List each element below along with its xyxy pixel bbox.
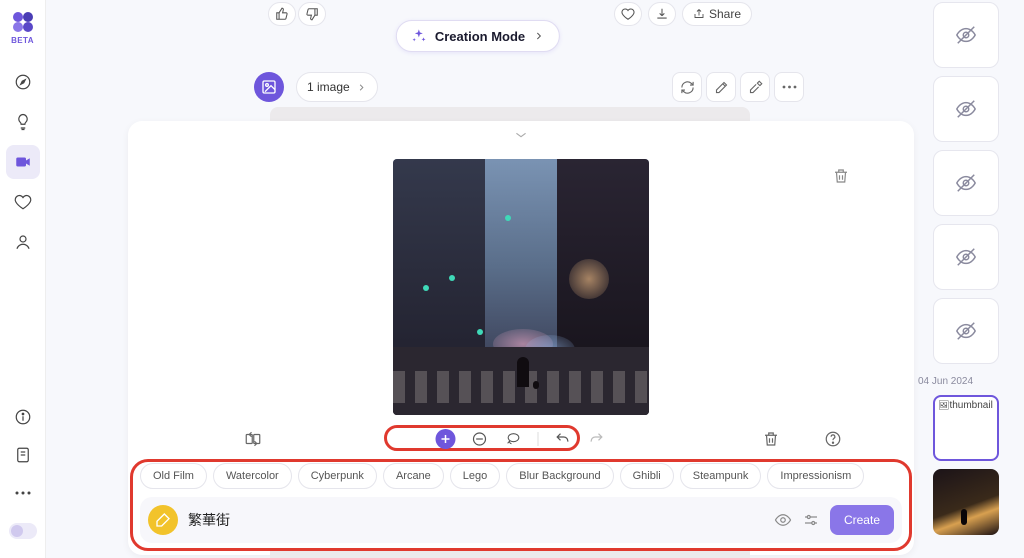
top-right-actions: Share bbox=[614, 2, 752, 26]
sidebar: BETA bbox=[0, 0, 46, 558]
share-label: Share bbox=[709, 7, 741, 21]
gallery-empty-slot[interactable] bbox=[933, 76, 999, 142]
creation-mode-label: Creation Mode bbox=[435, 29, 525, 44]
nav-profile[interactable] bbox=[6, 225, 40, 259]
favorite-button[interactable] bbox=[614, 2, 642, 26]
add-button[interactable] bbox=[436, 429, 456, 449]
style-chip-row: Old Film Watercolor Cyberpunk Arcane Leg… bbox=[140, 463, 902, 489]
main-area: Share Creation Mode 1 image bbox=[46, 0, 910, 558]
app-logo bbox=[11, 10, 35, 34]
prompt-input[interactable] bbox=[188, 497, 764, 543]
editor-card: Old Film Watercolor Cyberpunk Arcane Leg… bbox=[128, 121, 914, 555]
gallery-thumb[interactable] bbox=[933, 469, 999, 535]
nav-docs[interactable] bbox=[6, 438, 40, 472]
style-chip[interactable]: Arcane bbox=[383, 463, 444, 489]
refresh-button[interactable] bbox=[672, 72, 702, 102]
toolbar-right bbox=[762, 430, 842, 448]
chevron-right-icon bbox=[356, 82, 367, 93]
lasso-button[interactable] bbox=[504, 429, 524, 449]
gallery-panel: 04 Jun 2024 thumbnail bbox=[912, 0, 1020, 558]
prompt-wand-icon bbox=[148, 505, 178, 535]
nav-info[interactable] bbox=[6, 400, 40, 434]
prompt-actions: Create bbox=[774, 505, 894, 535]
style-chip[interactable]: Old Film bbox=[140, 463, 207, 489]
editor-toolbar bbox=[128, 428, 914, 450]
feedback-buttons bbox=[268, 2, 326, 26]
gallery-empty-slot[interactable] bbox=[933, 224, 999, 290]
main-image-preview[interactable] bbox=[393, 159, 649, 415]
download-button[interactable] bbox=[648, 2, 676, 26]
undo-button[interactable] bbox=[553, 429, 573, 449]
bottom-shade bbox=[270, 551, 750, 558]
image-type-button[interactable] bbox=[254, 72, 284, 102]
more-button[interactable] bbox=[774, 72, 804, 102]
sidebar-bottom bbox=[0, 400, 46, 552]
nav-more[interactable] bbox=[6, 476, 40, 510]
nav-video[interactable] bbox=[6, 145, 40, 179]
tab-shade bbox=[270, 107, 750, 121]
creation-mode-button[interactable]: Creation Mode bbox=[396, 20, 560, 52]
style-chip[interactable]: Blur Background bbox=[506, 463, 613, 489]
image-header: 1 image bbox=[254, 72, 378, 102]
style-chip[interactable]: Lego bbox=[450, 463, 500, 489]
edit-button[interactable] bbox=[706, 72, 736, 102]
gallery-thumb-alt: thumbnail bbox=[949, 400, 992, 411]
compare-button[interactable] bbox=[244, 430, 262, 448]
style-chip[interactable]: Watercolor bbox=[213, 463, 292, 489]
gallery-empty-slot[interactable] bbox=[933, 150, 999, 216]
redo-button[interactable] bbox=[587, 429, 607, 449]
style-chip[interactable]: Ghibli bbox=[620, 463, 674, 489]
prompt-bar: Create bbox=[140, 497, 902, 543]
image-header-actions bbox=[672, 72, 804, 102]
eyedropper-button[interactable] bbox=[740, 72, 770, 102]
share-button[interactable]: Share bbox=[682, 2, 752, 26]
edit-tools bbox=[436, 429, 607, 449]
nav-ideas[interactable] bbox=[6, 105, 40, 139]
gallery-empty-slot[interactable] bbox=[933, 2, 999, 68]
delete-image-button[interactable] bbox=[832, 167, 850, 185]
nav-favorites[interactable] bbox=[6, 185, 40, 219]
thumbs-down-button[interactable] bbox=[298, 2, 326, 26]
remove-button[interactable] bbox=[470, 429, 490, 449]
style-chip[interactable]: Impressionism bbox=[767, 463, 864, 489]
chevron-right-icon bbox=[533, 30, 545, 42]
create-button[interactable]: Create bbox=[830, 505, 894, 535]
collapse-handle[interactable] bbox=[514, 131, 528, 139]
nav-explore[interactable] bbox=[6, 65, 40, 99]
delete-button[interactable] bbox=[762, 430, 780, 448]
gallery-empty-slot[interactable] bbox=[933, 298, 999, 364]
gallery-date-label: 04 Jun 2024 bbox=[918, 376, 973, 387]
settings-button[interactable] bbox=[802, 511, 820, 529]
visibility-button[interactable] bbox=[774, 511, 792, 529]
thumbs-up-button[interactable] bbox=[268, 2, 296, 26]
settings-toggle[interactable] bbox=[6, 514, 40, 548]
style-chip[interactable]: Steampunk bbox=[680, 463, 762, 489]
help-button[interactable] bbox=[824, 430, 842, 448]
image-count-button[interactable]: 1 image bbox=[296, 72, 378, 102]
gallery-thumb-active[interactable]: thumbnail bbox=[933, 395, 999, 461]
image-count-label: 1 image bbox=[307, 80, 350, 94]
beta-badge: BETA bbox=[11, 36, 34, 45]
style-chip[interactable]: Cyberpunk bbox=[298, 463, 377, 489]
